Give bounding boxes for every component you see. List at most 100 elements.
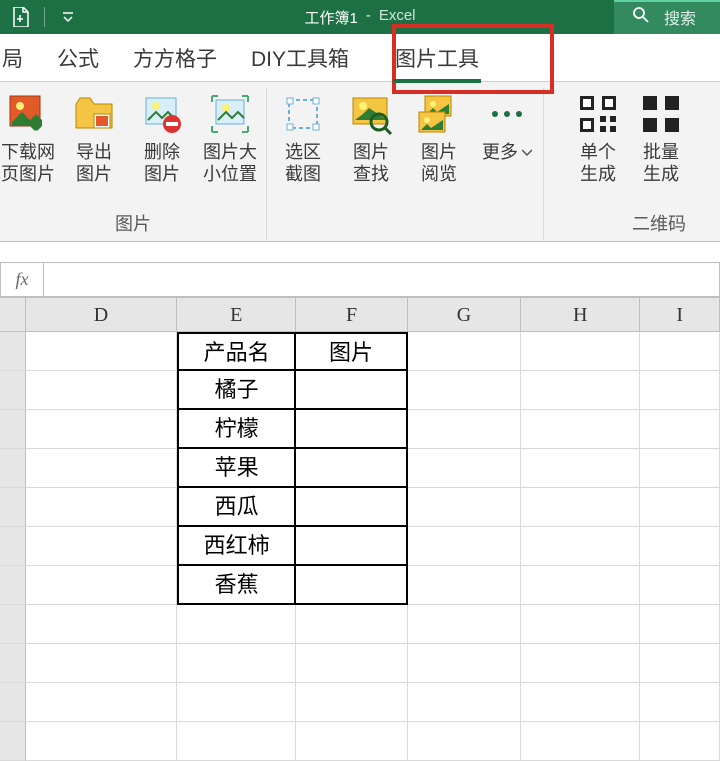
cell[interactable] [408,566,521,605]
cell[interactable] [408,683,521,722]
cell[interactable] [640,371,720,410]
cell[interactable] [521,371,640,410]
cell-product[interactable]: 苹果 [177,449,296,488]
btn-image-browse[interactable]: 图片 阅览 [409,90,469,185]
cell[interactable] [408,722,521,761]
cell[interactable] [26,722,177,761]
row-head[interactable] [0,488,26,527]
cell[interactable] [177,605,296,644]
cell-image[interactable] [296,566,407,605]
cell[interactable] [521,488,640,527]
cell[interactable] [521,332,640,371]
row-head[interactable] [0,527,26,566]
cell[interactable] [177,722,296,761]
col-G[interactable]: G [408,298,521,332]
cell[interactable] [521,605,640,644]
cell[interactable] [408,332,521,371]
row-head[interactable] [0,449,26,488]
tab-partial[interactable]: 局 [0,37,27,79]
cell[interactable] [26,527,177,566]
row-head[interactable] [0,722,26,761]
row-head[interactable] [0,644,26,683]
cell[interactable] [640,683,720,722]
cell-image[interactable] [296,449,407,488]
cell-image[interactable] [296,410,407,449]
cell[interactable] [408,371,521,410]
cell[interactable] [521,527,640,566]
cell[interactable] [26,371,177,410]
cell[interactable] [640,605,720,644]
row-head[interactable] [0,332,26,371]
cell[interactable] [521,566,640,605]
formula-input[interactable] [44,262,720,297]
row-head[interactable] [0,566,26,605]
cell-image[interactable] [296,527,407,566]
btn-qr-single[interactable]: 单个 生成 [568,90,628,185]
cell[interactable] [640,722,720,761]
tab-picture-tools[interactable]: 图片工具 [391,37,483,79]
fx-label[interactable]: fx [0,262,44,297]
cell[interactable] [26,410,177,449]
new-file-icon[interactable] [10,6,32,28]
cell[interactable] [408,410,521,449]
cell-product[interactable]: 橘子 [177,371,296,410]
cell[interactable] [408,527,521,566]
search-tab[interactable]: 搜索 [614,0,720,34]
cell-product-header[interactable]: 产品名 [177,332,296,371]
row-head[interactable] [0,410,26,449]
cell[interactable] [26,332,177,371]
btn-delete-images[interactable]: 删除 图片 [132,90,192,185]
cell[interactable] [640,527,720,566]
btn-download-web-images[interactable]: 下载网 页图片 [0,90,56,185]
cell[interactable] [521,449,640,488]
cell-product[interactable]: 西红柿 [177,527,296,566]
cell[interactable] [640,488,720,527]
cell[interactable] [521,683,640,722]
tab-formula[interactable]: 公式 [53,37,103,79]
cell[interactable] [296,605,407,644]
select-all-corner[interactable] [0,298,26,332]
btn-export-images[interactable]: 导出 图片 [64,90,124,185]
btn-more[interactable]: 更多 [477,90,537,164]
col-E[interactable]: E [177,298,296,332]
cell[interactable] [26,605,177,644]
cell[interactable] [408,644,521,683]
col-H[interactable]: H [521,298,640,332]
dropdown-icon[interactable] [57,6,79,28]
btn-find-image[interactable]: 图片 查找 [341,90,401,185]
cell-image[interactable] [296,371,407,410]
btn-selection-screenshot[interactable]: 选区 截图 [273,90,333,185]
cell[interactable] [26,488,177,527]
cell[interactable] [177,683,296,722]
cell[interactable] [408,449,521,488]
cell[interactable] [296,722,407,761]
cell[interactable] [640,566,720,605]
cell[interactable] [26,449,177,488]
cell[interactable] [640,449,720,488]
cell[interactable] [640,332,720,371]
cell-product[interactable]: 柠檬 [177,410,296,449]
col-D[interactable]: D [26,298,177,332]
cell[interactable] [296,683,407,722]
row-head[interactable] [0,683,26,722]
cell[interactable] [177,644,296,683]
cell[interactable] [521,410,640,449]
cell[interactable] [408,605,521,644]
cell[interactable] [26,644,177,683]
tab-fanggezi[interactable]: 方方格子 [129,37,221,79]
cell[interactable] [296,644,407,683]
cell-image-header[interactable]: 图片 [296,332,407,371]
cell[interactable] [26,566,177,605]
worksheet-grid[interactable]: D E F G H I 产品名 图片 橘子 柠檬 [0,298,720,761]
cell-product[interactable]: 西瓜 [177,488,296,527]
btn-image-size-position[interactable]: 图片大 小位置 [200,90,260,185]
cell[interactable] [640,410,720,449]
btn-qr-batch[interactable]: 批量 生成 [636,90,686,185]
cell[interactable] [26,683,177,722]
cell[interactable] [521,644,640,683]
col-F[interactable]: F [296,298,407,332]
col-I[interactable]: I [640,298,720,332]
cell-product[interactable]: 香蕉 [177,566,296,605]
cell-image[interactable] [296,488,407,527]
row-head[interactable] [0,371,26,410]
